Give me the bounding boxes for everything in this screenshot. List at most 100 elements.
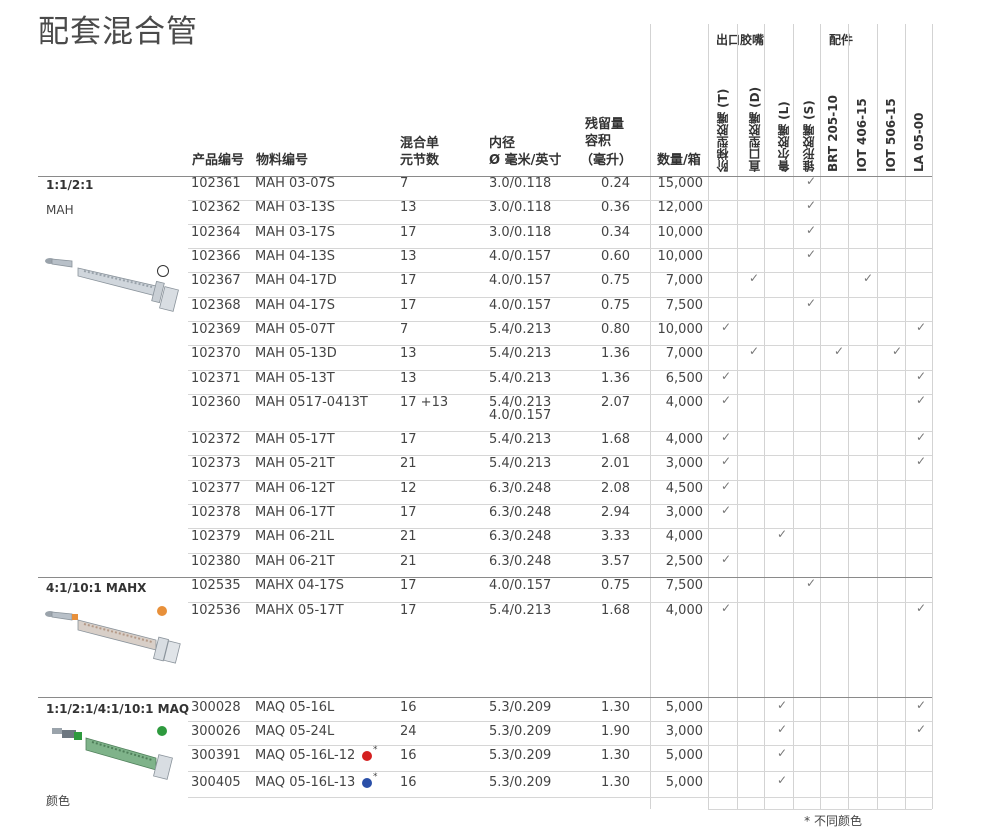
element-count: 17 +13 bbox=[400, 395, 449, 410]
retention-volume: 2.01 bbox=[601, 456, 630, 471]
quantity-per-box: 3,000 bbox=[665, 724, 703, 739]
header-material-no: 物料编号 bbox=[256, 153, 309, 168]
retention-volume: 1.30 bbox=[601, 700, 630, 715]
diameter: 6.3/0.248 bbox=[489, 529, 552, 544]
retention-volume: 1.36 bbox=[601, 371, 630, 386]
diameter: 5.3/0.209 bbox=[489, 748, 552, 763]
material-number: MAH 04-17S bbox=[255, 298, 336, 313]
header-elements-2: 元节数 bbox=[400, 153, 440, 168]
quantity-per-box: 7,000 bbox=[665, 346, 703, 361]
table-column-divider bbox=[848, 24, 849, 809]
material-number: MAHX 05-17T bbox=[255, 603, 344, 618]
diameter: 5.4/0.213 bbox=[489, 322, 552, 337]
retention-volume: 2.08 bbox=[601, 481, 630, 496]
check-mark: ✓ bbox=[806, 223, 817, 237]
footnote: * 不同颜色 bbox=[804, 814, 862, 828]
retention-volume: 0.75 bbox=[601, 578, 630, 593]
element-count: 13 bbox=[400, 346, 417, 361]
element-count: 13 bbox=[400, 200, 417, 215]
check-mark: ✓ bbox=[806, 198, 817, 212]
element-count: 21 bbox=[400, 456, 417, 471]
element-count: 17 bbox=[400, 578, 417, 593]
page-title: 配套混合管 bbox=[38, 14, 198, 50]
header-tip-t: 阶梯型胶嘴 (T) bbox=[716, 88, 730, 172]
table-row-divider bbox=[38, 176, 932, 177]
quantity-per-box: 10,000 bbox=[657, 249, 704, 264]
part-number: 102369 bbox=[191, 322, 241, 337]
check-mark: ✓ bbox=[721, 479, 732, 493]
element-count: 16 bbox=[400, 775, 417, 790]
element-count: 17 bbox=[400, 505, 417, 520]
part-number: 102536 bbox=[191, 603, 241, 618]
quantity-per-box: 10,000 bbox=[657, 225, 704, 240]
check-mark: ✓ bbox=[749, 271, 760, 285]
header-retention-1: 残留量 bbox=[585, 117, 625, 132]
diameter: 4.0/0.157 bbox=[489, 249, 552, 264]
header-group-accessories: 配件 bbox=[829, 33, 854, 47]
material-number: MAH 05-13T bbox=[255, 371, 335, 386]
diameter: 4.0/0.157 bbox=[489, 298, 552, 313]
check-mark: ✓ bbox=[916, 369, 927, 383]
check-mark: ✓ bbox=[721, 369, 732, 383]
quantity-per-box: 7,500 bbox=[665, 298, 703, 313]
element-count: 17 bbox=[400, 298, 417, 313]
part-number: 102378 bbox=[191, 505, 241, 520]
element-count: 17 bbox=[400, 225, 417, 240]
table-column-divider bbox=[708, 24, 709, 809]
header-tip-d: 直口型胶嘴 (D) bbox=[748, 86, 762, 172]
quantity-per-box: 4,000 bbox=[665, 529, 703, 544]
table-column-divider bbox=[905, 24, 906, 809]
part-number: 102373 bbox=[191, 456, 241, 471]
diameter: 3.0/0.118 bbox=[489, 176, 552, 191]
material-number: MAHX 04-17S bbox=[255, 578, 344, 593]
diameter: 6.3/0.248 bbox=[489, 505, 552, 520]
check-mark: ✓ bbox=[892, 344, 903, 358]
header-retention-2: 容积 bbox=[585, 134, 612, 149]
table-row-divider bbox=[38, 697, 932, 698]
section-label-mahx: 4:1/10:1 MAHX bbox=[46, 581, 147, 595]
retention-volume: 2.07 bbox=[601, 395, 630, 410]
part-number: 102372 bbox=[191, 432, 241, 447]
section-sub-maq: 颜色 bbox=[46, 794, 71, 808]
color-dot bbox=[362, 778, 372, 788]
part-number: 300391 bbox=[191, 748, 241, 763]
element-count: 7 bbox=[400, 322, 409, 337]
header-tip-s: 锥形胶嘴 (S) bbox=[802, 100, 816, 172]
section-sub-mah: MAH bbox=[46, 203, 74, 217]
retention-volume: 0.80 bbox=[601, 322, 630, 337]
material-number: MAQ 05-24L bbox=[255, 724, 335, 739]
element-count: 17 bbox=[400, 603, 417, 618]
check-mark: ✓ bbox=[721, 454, 732, 468]
header-part-no: 产品编号 bbox=[192, 153, 245, 168]
part-number: 102368 bbox=[191, 298, 241, 313]
check-mark: ✓ bbox=[721, 552, 732, 566]
header-acc-brt: BRT 205-10 bbox=[826, 95, 840, 172]
retention-volume: 1.68 bbox=[601, 432, 630, 447]
diameter: 3.0/0.118 bbox=[489, 225, 552, 240]
part-number: 102367 bbox=[191, 273, 241, 288]
header-acc-iot406: IOT 406-15 bbox=[855, 98, 869, 172]
element-count: 13 bbox=[400, 371, 417, 386]
material-number: MAH 06-12T bbox=[255, 481, 335, 496]
material-number: MAH 03-07S bbox=[255, 176, 336, 191]
part-number: 102377 bbox=[191, 481, 241, 496]
material-number: MAH 05-21T bbox=[255, 456, 335, 471]
quantity-per-box: 5,000 bbox=[665, 700, 703, 715]
element-count: 17 bbox=[400, 432, 417, 447]
check-mark: ✓ bbox=[916, 454, 927, 468]
check-mark: ✓ bbox=[721, 320, 732, 334]
quantity-per-box: 10,000 bbox=[657, 322, 704, 337]
check-mark: ✓ bbox=[777, 527, 788, 541]
check-mark: ✓ bbox=[806, 296, 817, 310]
color-dot bbox=[362, 751, 372, 761]
color-asterisk: * bbox=[373, 745, 378, 755]
element-count: 21 bbox=[400, 529, 417, 544]
mixer-image-maq bbox=[52, 728, 173, 780]
element-count: 21 bbox=[400, 554, 417, 569]
part-number: 102370 bbox=[191, 346, 241, 361]
diameter: 5.4/0.213 bbox=[489, 346, 552, 361]
quantity-per-box: 5,000 bbox=[665, 775, 703, 790]
table-column-divider bbox=[820, 24, 821, 809]
header-diameter-1: 内径 bbox=[489, 136, 516, 151]
quantity-per-box: 7,500 bbox=[665, 578, 703, 593]
